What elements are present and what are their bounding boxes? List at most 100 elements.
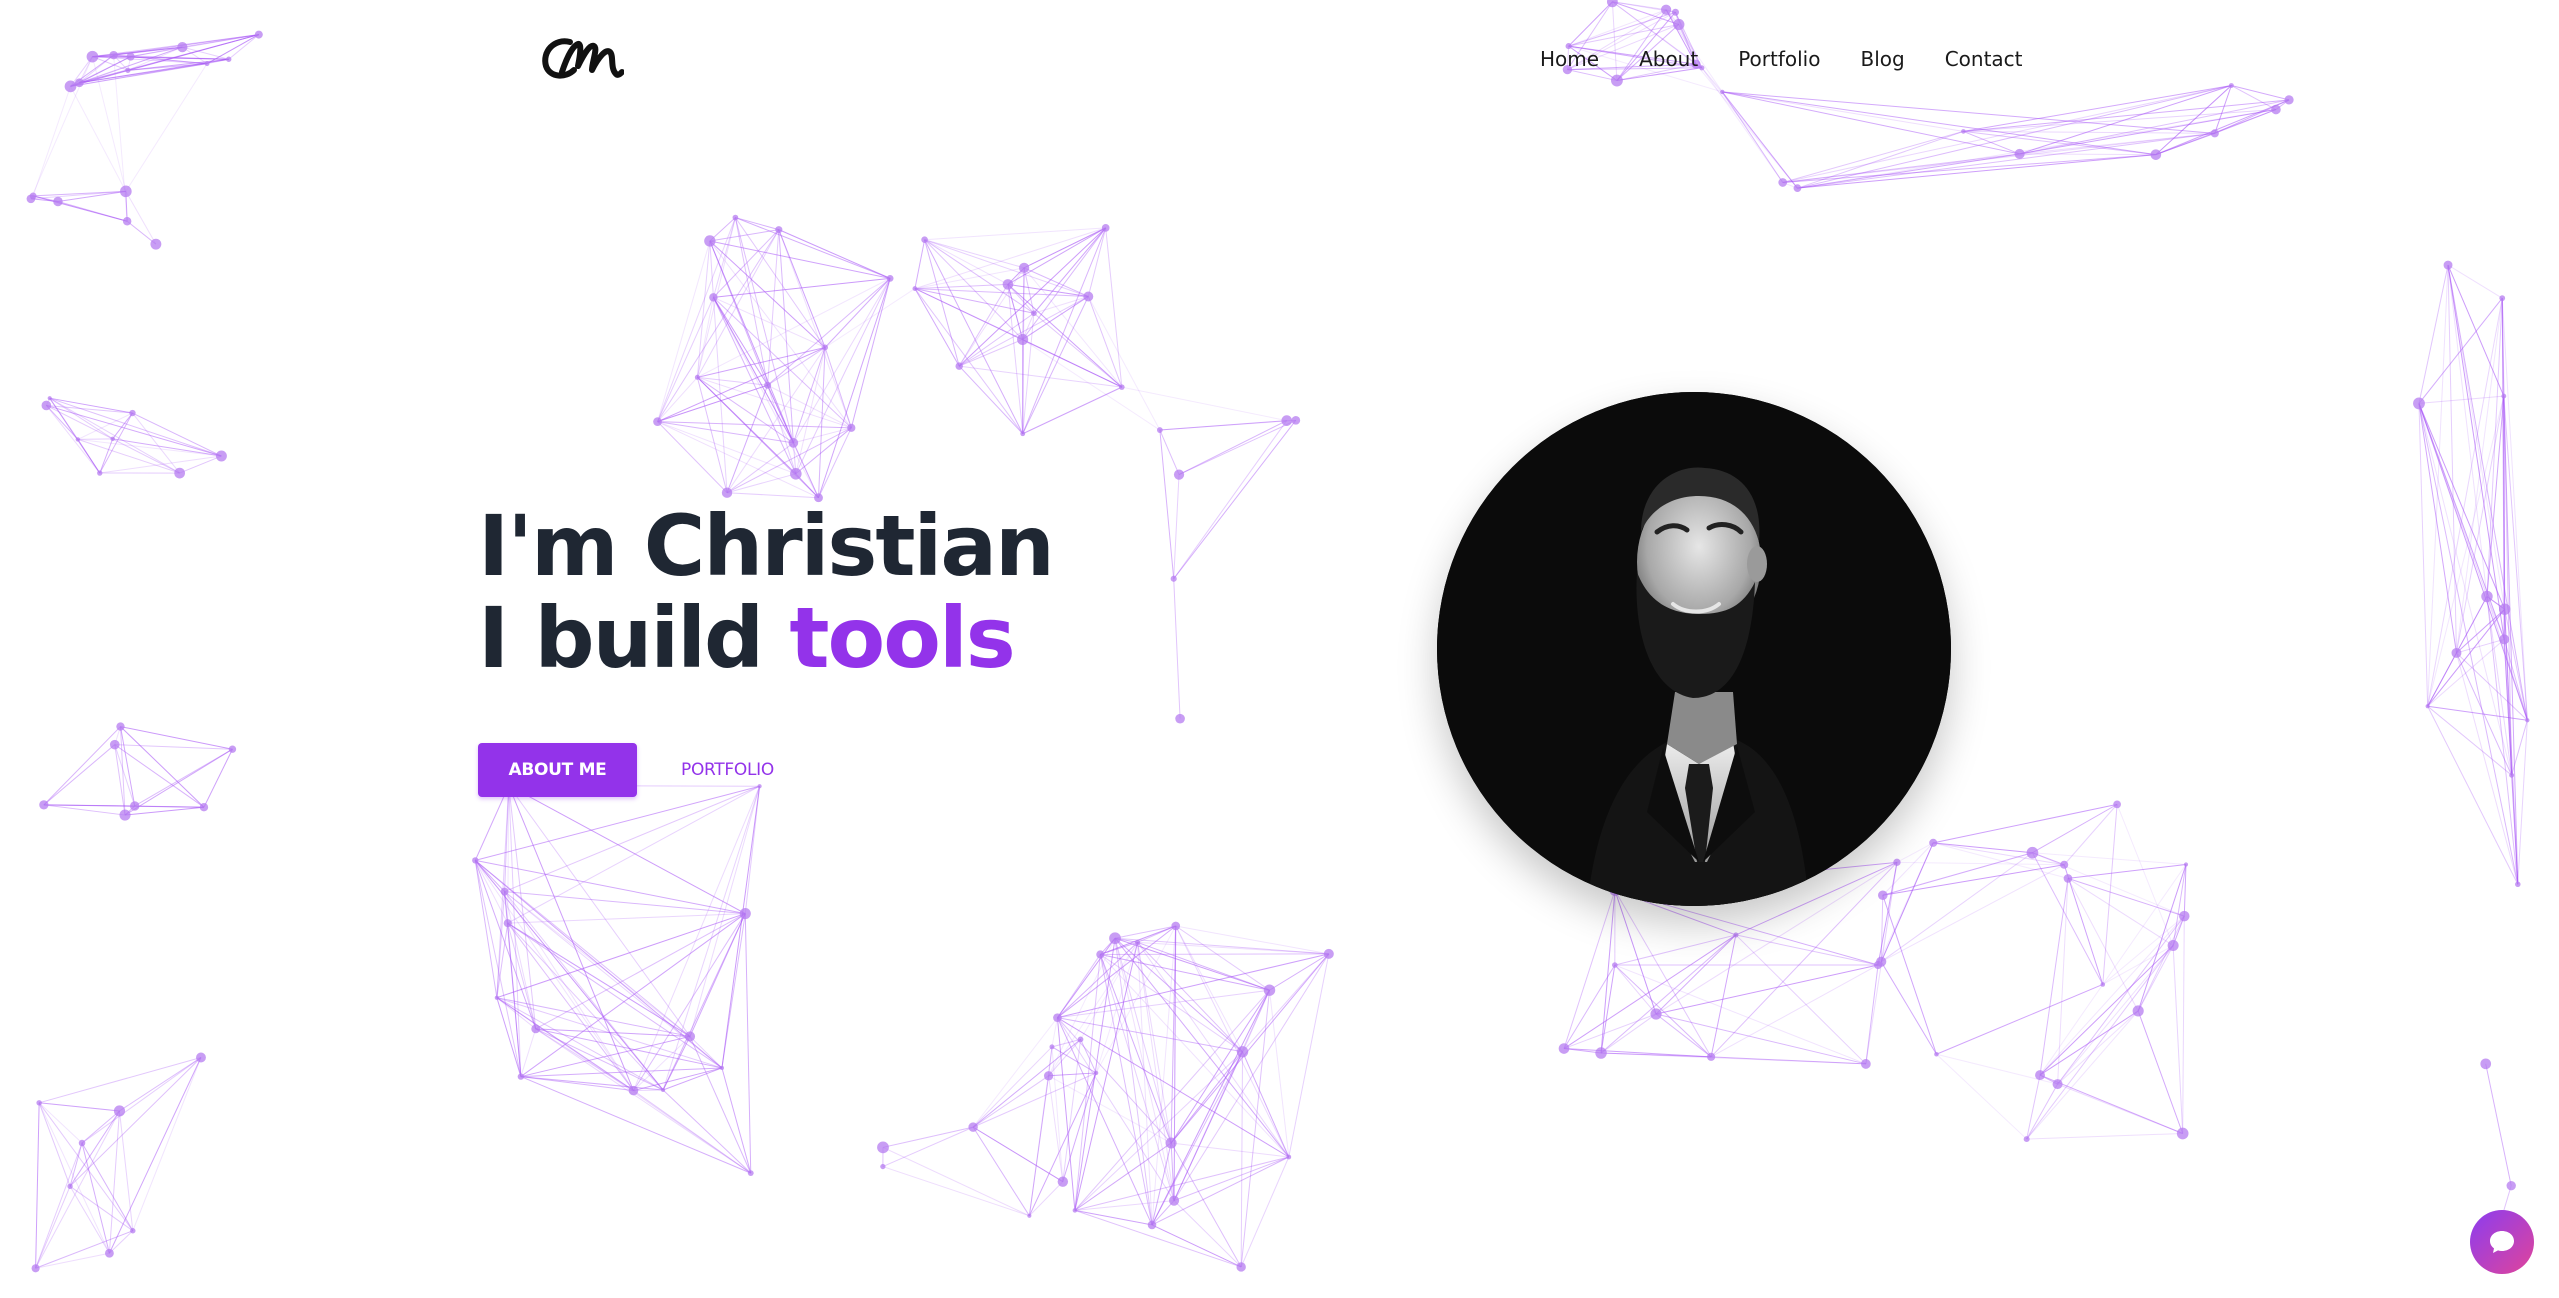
nav-portfolio-link[interactable]: Portfolio (1738, 44, 1820, 74)
network-node (130, 801, 140, 811)
network-link (1099, 954, 1153, 1226)
network-node (125, 67, 131, 73)
network-node (1165, 1137, 1177, 1149)
network-link (958, 284, 1009, 367)
network-node (1083, 291, 1094, 302)
network-link (1242, 953, 1330, 1053)
network-link (924, 227, 1106, 241)
network-node (788, 438, 799, 448)
network-link (1023, 227, 1106, 269)
network-link (1074, 954, 1101, 1211)
network-node (1027, 1213, 1032, 1218)
network-link (2026, 1083, 2059, 1140)
network-link (99, 438, 114, 474)
network-link (1563, 1048, 1712, 1058)
network-link (1178, 420, 1287, 476)
network-node (1043, 1071, 1054, 1081)
network-link (35, 1186, 71, 1269)
nav-blog-link[interactable]: Blog (1860, 44, 1904, 74)
network-link (882, 1166, 1030, 1217)
network-link (39, 1057, 202, 1104)
network-link (2418, 395, 2504, 404)
network-node (150, 238, 162, 250)
chat-button[interactable] (2470, 1210, 2534, 1274)
network-link (972, 1038, 1081, 1128)
network-link (2067, 877, 2174, 946)
network-link (2231, 85, 2290, 101)
network-node (1017, 333, 1029, 346)
nav-home-link[interactable]: Home (1540, 44, 1599, 74)
site-logo[interactable] (540, 30, 625, 86)
network-node (1049, 1044, 1055, 1050)
network-link (1695, 63, 1798, 189)
about-me-button[interactable]: ABOUT ME (478, 743, 637, 797)
network-node (1878, 890, 1888, 901)
network-link (496, 913, 746, 999)
network-node (1072, 1208, 1078, 1213)
network-link (1722, 91, 1964, 132)
particle-network-background (26, 0, 2530, 1273)
network-link (1056, 1017, 1153, 1226)
network-link (2067, 878, 2139, 1012)
network-link (713, 297, 852, 429)
network-link (1057, 1017, 1175, 1201)
network-link (1701, 67, 1784, 183)
network-node (129, 409, 136, 417)
network-link (1936, 984, 2103, 1055)
network-link (914, 227, 1106, 290)
network-node (1147, 1220, 1157, 1230)
network-link (1600, 1013, 1657, 1054)
network-node (31, 1264, 40, 1273)
portrait-illustration (1437, 392, 1951, 906)
network-link (1563, 890, 1616, 1049)
network-node (2499, 634, 2510, 645)
nav-about-link[interactable]: About (1639, 44, 1698, 74)
network-node (2451, 647, 2462, 658)
network-node (1236, 1262, 1246, 1272)
network-link (1100, 953, 1329, 955)
network-link (1614, 934, 1736, 966)
network-node (704, 235, 716, 247)
network-node (75, 437, 81, 442)
network-node (116, 722, 125, 731)
network-link (43, 804, 126, 816)
network-node (2113, 800, 2121, 809)
network-link (504, 891, 746, 915)
network-link (38, 1102, 71, 1187)
network-link (657, 229, 780, 422)
network-link (77, 439, 101, 474)
network-link (1880, 961, 1937, 1055)
network-link (1896, 861, 2065, 866)
network-link (882, 1126, 974, 1168)
network-node (1650, 1008, 1662, 1020)
network-link (2019, 99, 2290, 155)
network-link (1114, 925, 1176, 939)
network-node (177, 41, 188, 53)
network-node (1286, 1154, 1292, 1160)
network-link (1269, 953, 1330, 991)
nav-contact-link[interactable]: Contact (1945, 44, 2023, 74)
network-link (959, 365, 1122, 388)
network-node (2284, 95, 2294, 105)
portfolio-link-button[interactable]: PORTFOLIO (681, 760, 774, 780)
network-link (972, 1075, 1049, 1128)
network-link (1240, 990, 1270, 1267)
network-link (972, 1126, 1064, 1183)
network-link (734, 217, 826, 348)
network-node (122, 217, 132, 226)
network-link (1159, 419, 1296, 431)
network-link (2418, 403, 2429, 707)
network-link (824, 278, 891, 348)
network-node (39, 800, 49, 810)
network-node (531, 1024, 541, 1034)
profile-photo (1437, 392, 1951, 906)
network-link (735, 217, 891, 279)
network-link (2427, 706, 2519, 885)
network-link (972, 1072, 1097, 1128)
network-node (2132, 1005, 2144, 1017)
network-node (747, 1170, 754, 1177)
network-node (2210, 129, 2219, 138)
network-link (1022, 227, 1107, 340)
network-node (1053, 1013, 1062, 1022)
network-node (2179, 910, 2190, 922)
